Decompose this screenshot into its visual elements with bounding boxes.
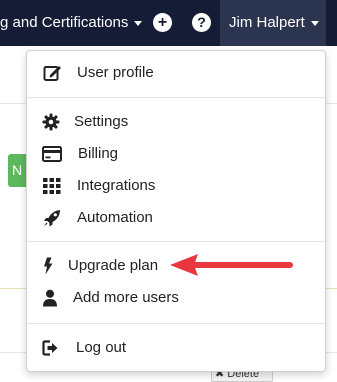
user-menu-toggle[interactable]: Jim Halpert	[220, 0, 326, 46]
menu-item-label: Log out	[76, 339, 127, 356]
nav-menu-certifications[interactable]: g and Certifications	[0, 14, 143, 31]
menu-separator	[27, 97, 325, 98]
sign-out-icon	[42, 340, 58, 356]
nav-menu-label: g and Certifications	[0, 14, 129, 31]
grid-icon	[43, 178, 61, 194]
menu-item-add-users[interactable]: Add more users	[27, 283, 325, 313]
menu-item-label: Upgrade plan	[68, 257, 159, 274]
menu-item-automation[interactable]: Automation	[27, 203, 325, 233]
credit-card-icon	[42, 146, 62, 162]
caret-down-icon	[134, 20, 143, 26]
menu-item-integrations[interactable]: Integrations	[27, 171, 325, 201]
menu-item-label: Integrations	[77, 177, 156, 194]
menu-item-label: Billing	[78, 145, 119, 162]
gear-icon	[42, 113, 60, 131]
menu-separator	[27, 241, 325, 242]
menu-item-log-out[interactable]: Log out	[27, 333, 325, 363]
user-icon	[43, 289, 57, 307]
user-dropdown-menu: User profile Settings Billing Integratio…	[26, 50, 326, 372]
caret-down-icon	[310, 20, 319, 26]
user-name: Jim Halpert	[229, 14, 305, 31]
menu-item-label: Automation	[77, 209, 153, 226]
top-navbar: g and Certifications + ? Jim Halpert	[0, 0, 337, 46]
bolt-icon	[44, 257, 53, 275]
menu-item-label: Add more users	[73, 289, 179, 306]
help-icon[interactable]: ?	[192, 13, 211, 32]
menu-separator	[27, 323, 325, 324]
edit-icon	[43, 66, 61, 81]
menu-item-settings[interactable]: Settings	[27, 107, 325, 137]
rocket-icon	[44, 210, 60, 227]
menu-item-label: User profile	[77, 64, 154, 81]
annotation-arrow-icon	[170, 254, 293, 276]
menu-item-label: Settings	[74, 113, 129, 130]
menu-item-user-profile[interactable]: User profile	[27, 58, 325, 88]
plus-icon[interactable]: +	[153, 13, 172, 32]
menu-item-billing[interactable]: Billing	[27, 139, 325, 169]
